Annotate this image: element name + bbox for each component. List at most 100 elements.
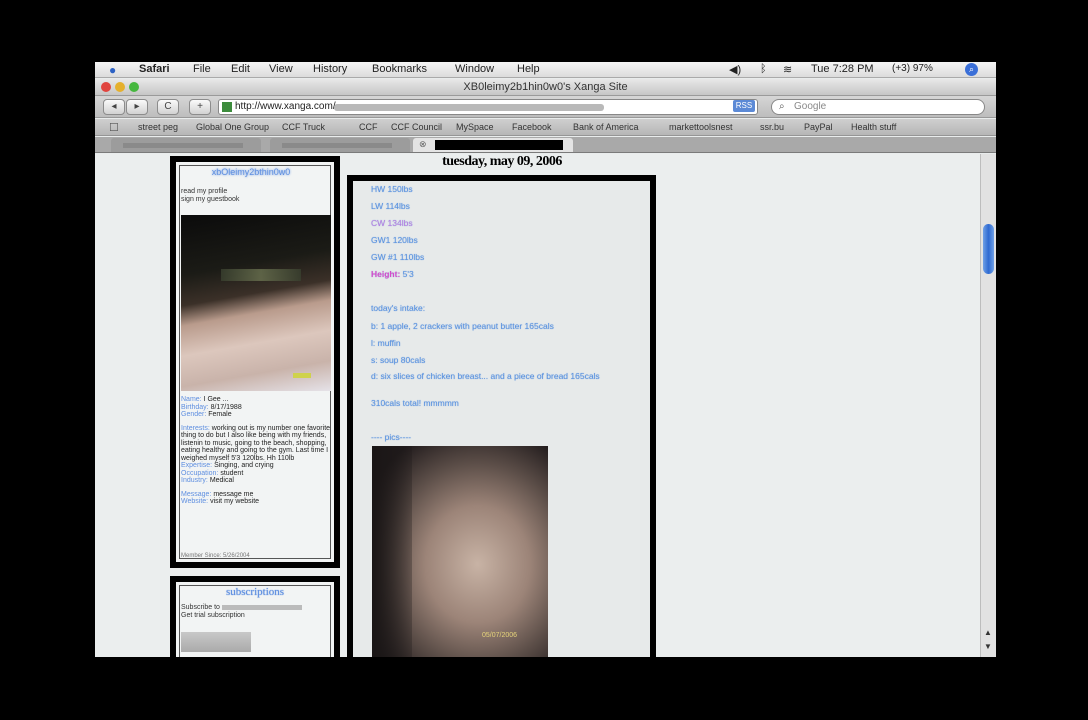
menu-file[interactable]: File — [193, 63, 211, 75]
post-line: s: soup 80cals — [371, 355, 426, 365]
scrollbar-thumb[interactable] — [983, 224, 994, 274]
info-label: Birthday: — [181, 403, 209, 411]
info-value: Female — [208, 411, 232, 418]
browser-toolbar: ◂ ▸ C + http://www.xanga.com/ RSS ⌕ Goog… — [95, 96, 996, 118]
address-bar[interactable]: http://www.xanga.com/ — [218, 99, 758, 115]
apple-icon[interactable]: ● — [109, 63, 116, 77]
read-profile-link[interactable]: read my profile — [181, 188, 239, 196]
bookmark-item[interactable]: CCF Council — [391, 122, 442, 132]
forward-button[interactable]: ▸ — [126, 99, 148, 115]
tab-active[interactable]: ⊗ — [413, 138, 573, 152]
profile-info: Name: I Gee ... Birthday: 8/17/1988 Gend… — [181, 396, 331, 512]
tab-redacted-2[interactable] — [270, 138, 410, 152]
height-label: Height: — [371, 269, 401, 279]
post-line: CW 134lbs — [371, 218, 413, 228]
bookmark-item[interactable]: Facebook — [512, 122, 552, 132]
profile-module: xbOleimy2bthin0w0 read my profile sign m… — [170, 156, 340, 568]
subscriptions-redacted-block — [181, 632, 251, 652]
post-line: l: muffin — [371, 338, 401, 348]
scroll-down-icon[interactable]: ▼ — [984, 642, 992, 651]
bookmark-item[interactable]: PayPal — [804, 122, 833, 132]
subscriptions-module: subscriptions Subscribe to Get trial sub… — [170, 576, 340, 657]
menu-view[interactable]: View — [269, 63, 293, 75]
bookmark-item[interactable]: Health stuff — [851, 122, 896, 132]
occupation-label: Occupation: — [181, 469, 219, 477]
bluetooth-icon[interactable]: ᛒ — [760, 63, 767, 75]
post-line: b: 1 apple, 2 crackers with peanut butte… — [371, 321, 554, 331]
info-label: Gender: — [181, 411, 207, 418]
screen: ● Safari File Edit View History Bookmark… — [95, 62, 996, 657]
post-line: today's intake: — [371, 303, 426, 313]
message-link[interactable]: message me — [213, 491, 253, 498]
profile-photo — [181, 215, 331, 391]
member-since: Member Since: 5/26/2004 — [181, 553, 250, 559]
bookmark-item[interactable]: CCF — [359, 122, 378, 132]
bookmark-item[interactable]: ssr.bu — [760, 122, 784, 132]
add-bookmark-button[interactable]: + — [189, 99, 211, 115]
post-line: HW 150lbs — [371, 184, 413, 194]
bookmark-item[interactable]: markettoolsnest — [669, 122, 733, 132]
bookmark-item[interactable]: street peg — [138, 122, 178, 132]
subscribe-to-link[interactable]: Subscribe to — [181, 604, 220, 611]
tab-close-icon[interactable]: ⊗ — [419, 139, 427, 150]
menu-app[interactable]: Safari — [139, 63, 170, 75]
page-content: xbOleimy2bthin0w0 read my profile sign m… — [95, 154, 980, 657]
spotlight-icon[interactable]: ⌕ — [965, 63, 978, 76]
menu-history[interactable]: History — [313, 63, 347, 75]
bookmark-item[interactable]: Bank of America — [573, 122, 639, 132]
menu-bar: ● Safari File Edit View History Bookmark… — [95, 62, 996, 78]
message-label: Message: — [181, 490, 212, 498]
menu-bookmarks[interactable]: Bookmarks — [372, 63, 427, 75]
volume-icon[interactable]: ◀) — [729, 63, 741, 76]
tab-redacted-1[interactable] — [111, 138, 261, 152]
rss-button[interactable]: RSS — [733, 100, 755, 112]
tab-title-censored — [435, 140, 563, 150]
height-value: 5'3 — [402, 269, 414, 279]
menu-edit[interactable]: Edit — [231, 63, 250, 75]
bookmarks-bar: ☐ street peg Global One Group CCF Truck … — [95, 119, 996, 136]
occupation-text: student — [220, 469, 244, 477]
sign-guestbook-link[interactable]: sign my guestbook — [181, 196, 239, 204]
subscribe-redacted — [221, 604, 302, 610]
address-url: http://www.xanga.com/ — [235, 101, 336, 112]
address-url-redacted — [334, 104, 604, 111]
post-photo: 05/07/2006 — [372, 446, 548, 657]
photo-shadow — [372, 446, 412, 657]
search-field[interactable]: ⌕ Google — [771, 99, 985, 115]
industry-text: Medical — [209, 477, 234, 484]
bookmark-item[interactable]: Global One Group — [196, 122, 269, 132]
post-line: 310cals total! mmmmm — [371, 398, 459, 408]
window-title: XB0leimy2b1hin0w0's Xanga Site — [463, 81, 628, 93]
subscriptions-text: Subscribe to Get trial subscription — [181, 604, 302, 620]
menubar-clock[interactable]: Tue 7:28 PM — [811, 63, 874, 75]
scroll-up-icon[interactable]: ▲ — [984, 628, 992, 637]
post-line-pics: ---- pics---- — [371, 432, 412, 442]
page-scrollbar[interactable]: ▲ ▼ — [980, 154, 996, 657]
profile-username[interactable]: xbOleimy2bthin0w0 — [186, 167, 316, 178]
website-link[interactable]: visit my website — [210, 498, 259, 505]
trial-subscription-link[interactable]: Get trial subscription — [181, 612, 302, 620]
reload-button[interactable]: C — [157, 99, 179, 115]
post-line-height: Height: 5'3 — [371, 269, 414, 279]
window-titlebar: XB0leimy2b1hin0w0's Xanga Site — [95, 79, 996, 96]
photo-highlight-detail — [293, 373, 311, 378]
post-line: GW #1 110lbs — [371, 252, 425, 262]
bookmark-item[interactable]: CCF Truck — [282, 122, 325, 132]
bookmark-item[interactable]: MySpace — [456, 122, 494, 132]
photo-timestamp: 05/07/2006 — [482, 632, 518, 639]
info-label: Name: — [181, 396, 202, 403]
subscriptions-title: subscriptions — [225, 586, 285, 598]
back-button[interactable]: ◂ — [103, 99, 125, 115]
tab-bar: ⊗ — [95, 137, 996, 153]
expertise-label: Expertise: — [181, 462, 213, 469]
info-value: I Gee ... — [203, 396, 229, 403]
photo-window-detail — [221, 269, 301, 281]
tab-title-redacted — [123, 143, 243, 148]
website-label: Website: — [181, 498, 209, 505]
wifi-icon[interactable]: ≋ — [783, 63, 792, 76]
menu-window[interactable]: Window — [455, 63, 494, 75]
post-line: GW1 120lbs — [371, 235, 418, 245]
menu-help[interactable]: Help — [517, 63, 540, 75]
battery-status[interactable]: (+3) 97% — [892, 63, 933, 74]
bookmarks-book-icon[interactable]: ☐ — [109, 121, 119, 134]
